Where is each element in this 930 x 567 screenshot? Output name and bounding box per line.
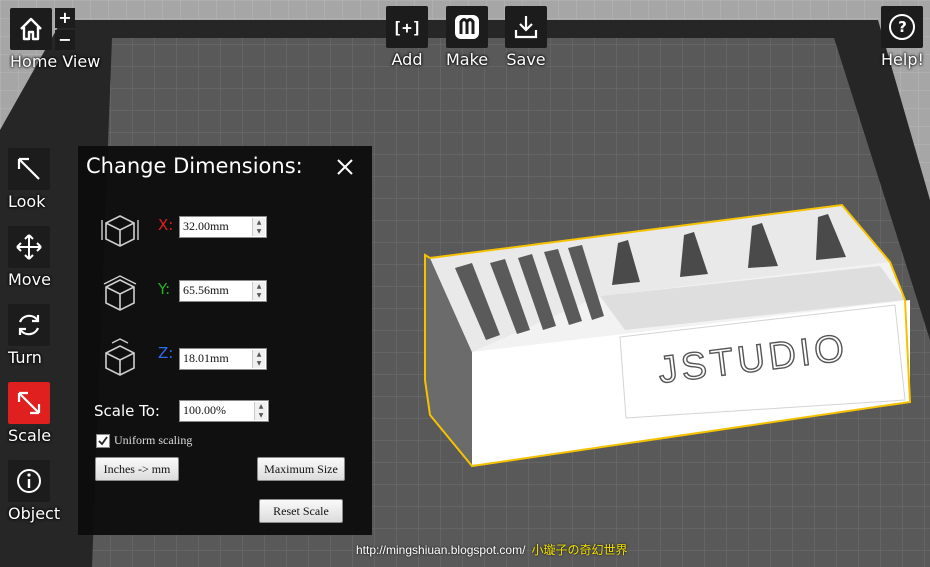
change-dimensions-dialog: Change Dimensions: X: 32.00mm ▲ ▼ Y: 65.5… <box>78 146 372 535</box>
scale-to-label: Scale To: <box>94 402 160 420</box>
z-axis-label: Z: <box>158 344 174 362</box>
y-dimension-value: 65.56mm <box>183 283 229 297</box>
home-view-label: Home View <box>10 52 101 71</box>
scale-percent-value: 100.00% <box>183 403 226 417</box>
make-button[interactable]: Make <box>446 6 488 69</box>
download-icon <box>505 6 547 48</box>
look-label: Look <box>8 192 46 211</box>
up-arrow-icon[interactable]: ▲ <box>253 282 265 291</box>
zoom-out-button[interactable]: − <box>55 30 75 50</box>
add-icon: [+] <box>386 6 428 48</box>
help-label: Help! <box>881 50 924 69</box>
scale-label: Scale <box>8 426 52 445</box>
cube-y-icon <box>103 275 137 311</box>
uniform-scaling-checkbox[interactable] <box>96 434 110 448</box>
rotate-icon <box>8 304 50 346</box>
move-icon <box>8 226 50 268</box>
uniform-scaling-label: Uniform scaling <box>114 433 193 447</box>
dialog-title: Change Dimensions: <box>86 154 303 178</box>
turn-label: Turn <box>8 348 42 367</box>
turn-button[interactable]: Turn <box>8 304 50 367</box>
x-dimension-input[interactable]: 32.00mm ▲ ▼ <box>179 216 267 238</box>
cube-z-icon <box>105 338 135 376</box>
blog-watermark: http://mingshiuan.blogspot.com/小璇子の奇幻世界 <box>356 541 627 558</box>
move-label: Move <box>8 270 51 289</box>
x-axis-label: X: <box>158 216 174 234</box>
up-arrow-icon[interactable]: ▲ <box>253 350 265 359</box>
x-dimension-row: X: 32.00mm ▲ ▼ <box>98 210 368 250</box>
down-arrow-icon[interactable]: ▼ <box>253 227 265 236</box>
add-button[interactable]: [+] Add <box>386 6 428 69</box>
zoom-in-button[interactable]: + <box>55 8 75 28</box>
scale-icon <box>8 382 50 424</box>
scale-percent-input[interactable]: 100.00% ▲ ▼ <box>179 400 269 422</box>
cube-x-icon <box>101 215 139 247</box>
close-icon[interactable] <box>336 158 354 176</box>
scale-button[interactable]: Scale <box>8 382 51 445</box>
down-arrow-icon[interactable]: ▼ <box>255 411 267 420</box>
watermark-blog-name: 小璇子の奇幻世界 <box>531 543 628 557</box>
add-label: Add <box>391 50 423 69</box>
makerbot-icon <box>446 6 489 48</box>
z-dimension-row: Z: 18.01mm ▲ ▼ <box>98 338 368 378</box>
watermark-url: http://mingshiuan.blogspot.com/ <box>356 543 526 557</box>
z-dimension-value: 18.01mm <box>183 351 229 365</box>
look-arrow-icon <box>8 148 50 190</box>
scale-spin-arrows[interactable]: ▲ ▼ <box>254 402 267 420</box>
y-spin-arrows[interactable]: ▲ ▼ <box>252 282 265 300</box>
down-arrow-icon[interactable]: ▼ <box>253 291 265 300</box>
help-icon: ? <box>881 6 924 48</box>
reset-scale-button[interactable]: Reset Scale <box>259 499 343 523</box>
help-button[interactable]: ? Help! <box>881 6 924 69</box>
up-arrow-icon[interactable]: ▲ <box>253 218 265 227</box>
down-arrow-icon[interactable]: ▼ <box>253 359 265 368</box>
x-spin-arrows[interactable]: ▲ ▼ <box>252 218 265 236</box>
x-dimension-value: 32.00mm <box>183 219 229 233</box>
move-button[interactable]: Move <box>8 226 51 289</box>
look-button[interactable]: Look <box>8 148 50 211</box>
y-dimension-row: Y: 65.56mm ▲ ▼ <box>98 274 368 314</box>
checkmark-icon <box>98 436 108 446</box>
save-label: Save <box>506 50 546 69</box>
y-dimension-input[interactable]: 65.56mm ▲ ▼ <box>179 280 267 302</box>
help-icon-glyph: ? <box>889 14 916 40</box>
object-label: Object <box>8 504 61 523</box>
save-button[interactable]: Save <box>505 6 547 69</box>
y-axis-label: Y: <box>158 280 171 298</box>
z-dimension-input[interactable]: 18.01mm ▲ ▼ <box>179 348 267 370</box>
z-spin-arrows[interactable]: ▲ ▼ <box>252 350 265 368</box>
make-label: Make <box>446 50 489 69</box>
inches-to-mm-button[interactable]: Inches -> mm <box>95 457 179 481</box>
info-icon <box>8 460 50 502</box>
maximum-size-button[interactable]: Maximum Size <box>257 457 345 481</box>
home-icon <box>10 8 52 50</box>
add-icon-glyph: [+] <box>392 17 422 37</box>
object-button[interactable]: Object <box>8 460 60 523</box>
up-arrow-icon[interactable]: ▲ <box>255 402 267 411</box>
